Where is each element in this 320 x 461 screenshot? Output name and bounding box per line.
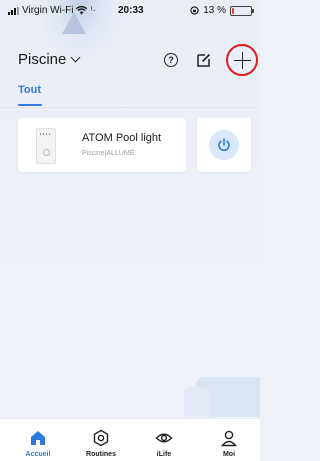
device-thumbnail-ring — [43, 149, 50, 156]
wifi-icon — [76, 6, 88, 15]
tab-divider — [0, 107, 260, 108]
battery-percent: 13 % — [203, 5, 226, 16]
plus-icon — [233, 51, 251, 69]
status-right: 13 % — [190, 5, 254, 16]
nav-item-ilife[interactable]: iLife — [138, 419, 190, 461]
tab-all[interactable]: Tout — [18, 84, 41, 96]
nav-item-accueil[interactable]: Accueil — [12, 419, 64, 461]
active-tab-indicator — [18, 104, 42, 106]
top-header: Piscine ? — [0, 40, 260, 80]
device-status: Piscine|ALLUMÉ — [82, 150, 135, 157]
loading-indicator-icon: ⁽· — [90, 5, 96, 15]
home-selector[interactable]: Piscine — [18, 51, 81, 68]
status-left: Virgin Wi-Fi ⁽· — [8, 5, 96, 16]
power-icon — [218, 138, 230, 152]
power-toggle-button[interactable] — [209, 130, 239, 160]
chevron-down-icon — [70, 52, 81, 63]
device-power-card — [197, 118, 251, 172]
device-thumbnail — [36, 128, 56, 164]
sofa-side-decoration — [184, 387, 210, 417]
app-screen: Virgin Wi-Fi ⁽· 20:33 13 % Piscine ? Tou… — [0, 0, 260, 461]
help-icon[interactable]: ? — [164, 53, 178, 67]
status-bar: Virgin Wi-Fi ⁽· 20:33 13 % — [0, 0, 260, 22]
device-name: ATOM Pool light — [82, 132, 162, 144]
eye-icon — [155, 433, 173, 443]
nav-label-ilife: iLife — [156, 451, 172, 458]
cellular-signal-icon — [8, 6, 19, 15]
status-time: 20:33 — [118, 5, 144, 16]
add-device-button[interactable] — [226, 44, 258, 76]
nav-item-moi[interactable]: Moi — [203, 419, 255, 461]
edit-icon[interactable] — [196, 52, 212, 68]
routines-icon — [93, 429, 109, 447]
battery-fill — [232, 7, 234, 14]
bottom-nav: Accueil Routines iLife Moi — [0, 418, 260, 461]
device-card[interactable]: ATOM Pool light Piscine|ALLUMÉ — [18, 118, 186, 172]
user-icon — [221, 430, 237, 447]
battery-icon — [230, 5, 254, 16]
nav-label-accueil: Accueil — [25, 451, 51, 458]
home-name: Piscine — [18, 51, 67, 68]
home-icon — [31, 431, 45, 445]
nav-label-moi: Moi — [222, 451, 236, 458]
orientation-lock-icon — [190, 6, 199, 15]
nav-label-routines: Routines — [86, 451, 116, 458]
device-thumbnail-dots — [40, 133, 52, 135]
carrier-name: Virgin Wi-Fi — [22, 5, 74, 16]
nav-item-routines[interactable]: Routines — [75, 419, 127, 461]
